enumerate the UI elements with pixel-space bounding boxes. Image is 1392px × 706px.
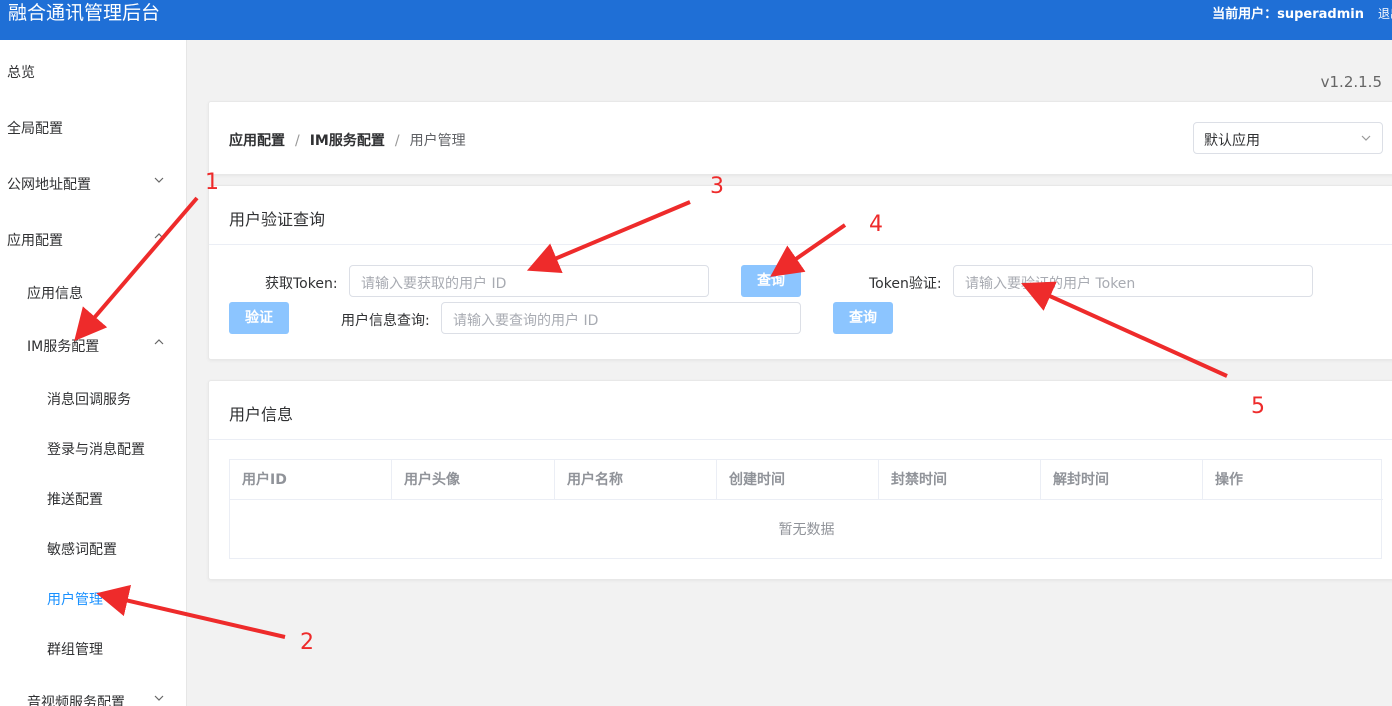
- sidebar-item-global-config[interactable]: 全局配置: [0, 118, 186, 138]
- token-verify-input[interactable]: 请输入要验证的用户 Token: [953, 265, 1313, 297]
- sidebar-item-push[interactable]: 推送配置: [0, 489, 186, 509]
- user-info-query-input[interactable]: 请输入要查询的用户 ID: [441, 302, 801, 334]
- sidebar-item-user-manage[interactable]: 用户管理: [0, 589, 186, 609]
- sidebar-item-label: 应用信息: [27, 286, 83, 302]
- get-token-label: 获取Token:: [265, 276, 338, 292]
- chevron-up-icon: [154, 339, 164, 345]
- sidebar-item-label: 应用配置: [7, 233, 63, 249]
- sidebar-item-label: 消息回调服务: [47, 392, 131, 408]
- sidebar-item-label: 推送配置: [47, 492, 103, 508]
- card-title: 用户信息: [229, 405, 294, 424]
- annotation-number-2: 2: [300, 630, 314, 655]
- user-info-query-label: 用户信息查询:: [341, 313, 430, 329]
- breadcrumb-separator: /: [295, 133, 300, 149]
- column-header: 用户头像: [392, 460, 555, 500]
- sidebar-item-label: 公网地址配置: [7, 177, 91, 193]
- sidebar-item-app-info[interactable]: 应用信息: [0, 283, 186, 303]
- input-placeholder: 请输入要验证的用户 Token: [965, 276, 1136, 292]
- sidebar-item-im-service[interactable]: IM服务配置: [0, 336, 186, 356]
- column-header: 用户ID: [230, 460, 392, 500]
- card-title: 用户验证查询: [229, 210, 326, 229]
- card-divider: [209, 439, 1392, 440]
- breadcrumb-separator: /: [394, 133, 400, 149]
- annotation-number-5: 5: [1251, 394, 1265, 419]
- sidebar-item-label: 敏感词配置: [47, 542, 117, 558]
- sidebar-item-label: 总览: [7, 65, 35, 81]
- card-divider: [209, 244, 1392, 245]
- sidebar-menu: 总览 全局配置 公网地址配置 应用配置 应用信息 IM服务配置 消息回调服务 登…: [0, 40, 187, 706]
- user-verify-card: 用户验证查询 获取Token: 请输入要获取的用户 ID 查询 Token验证:…: [208, 185, 1392, 360]
- annotation-number-4: 4: [869, 212, 883, 237]
- app-select[interactable]: 默认应用: [1193, 122, 1383, 154]
- token-verify-label: Token验证:: [869, 276, 942, 292]
- sidebar-item-label: 群组管理: [47, 642, 103, 658]
- user-table: 用户ID 用户头像 用户名称 创建时间 封禁时间 解封时间 操作 暂无数据: [229, 459, 1383, 559]
- verify-button[interactable]: 验证: [229, 302, 289, 334]
- chevron-down-icon: [1361, 135, 1371, 141]
- input-placeholder: 请输入要查询的用户 ID: [453, 313, 599, 329]
- get-token-query-button[interactable]: 查询: [741, 265, 801, 297]
- column-header: 创建时间: [717, 460, 879, 500]
- sidebar-item-sensitive[interactable]: 敏感词配置: [0, 539, 186, 559]
- breadcrumb-item[interactable]: 应用配置: [229, 133, 285, 149]
- sidebar-item-av-service[interactable]: 音视频服务配置: [0, 692, 186, 706]
- sidebar-item-public-address[interactable]: 公网地址配置: [0, 174, 186, 194]
- annotation-number-3: 3: [710, 174, 724, 199]
- input-placeholder: 请输入要获取的用户 ID: [361, 276, 507, 292]
- chevron-down-icon: [154, 695, 164, 701]
- sidebar-item-overview[interactable]: 总览: [0, 62, 186, 82]
- sidebar-item-label: 全局配置: [7, 121, 63, 137]
- column-header: 用户名称: [555, 460, 717, 500]
- chevron-down-icon: [154, 177, 164, 183]
- breadcrumb: 应用配置 / IM服务配置 / 用户管理: [229, 130, 466, 150]
- sidebar-item-label: 登录与消息配置: [47, 442, 145, 458]
- breadcrumb-current: 用户管理: [409, 133, 466, 149]
- column-header: 封禁时间: [879, 460, 1041, 500]
- breadcrumb-item[interactable]: IM服务配置: [310, 133, 385, 149]
- column-header: 解封时间: [1041, 460, 1203, 500]
- sidebar-item-group-manage[interactable]: 群组管理: [0, 639, 186, 659]
- sidebar-item-login-msg[interactable]: 登录与消息配置: [0, 439, 186, 459]
- app-select-value: 默认应用: [1204, 133, 1260, 149]
- version-label: v1.2.1.5: [1320, 73, 1382, 91]
- get-token-input[interactable]: 请输入要获取的用户 ID: [349, 265, 709, 297]
- annotation-number-1: 1: [205, 170, 219, 195]
- empty-table-text: 暂无数据: [778, 522, 835, 538]
- logout-link[interactable]: 退出: [1378, 5, 1392, 22]
- current-user-label: 当前用户：superadmin: [1212, 7, 1364, 22]
- sidebar-item-label: IM服务配置: [27, 339, 100, 355]
- chevron-up-icon: [154, 233, 164, 239]
- user-info-query-button[interactable]: 查询: [833, 302, 893, 334]
- user-info-card: 用户信息 用户ID 用户头像 用户名称 创建时间 封禁时间 解封时间 操作 暂无…: [208, 380, 1392, 580]
- table-header: 用户ID 用户头像 用户名称 创建时间 封禁时间 解封时间 操作: [230, 460, 1383, 500]
- sidebar-item-app-config[interactable]: 应用配置: [0, 230, 186, 250]
- sidebar-item-label: 用户管理: [47, 592, 103, 608]
- breadcrumb-card: 应用配置 / IM服务配置 / 用户管理 默认应用: [208, 101, 1392, 175]
- sidebar-item-msg-callback[interactable]: 消息回调服务: [0, 389, 186, 409]
- app-title: 融合通讯管理后台: [8, 2, 161, 24]
- sidebar-item-label: 音视频服务配置: [27, 695, 125, 706]
- column-header: 操作: [1215, 472, 1243, 488]
- top-bar: 融合通讯管理后台 当前用户：superadmin 退出: [0, 0, 1392, 40]
